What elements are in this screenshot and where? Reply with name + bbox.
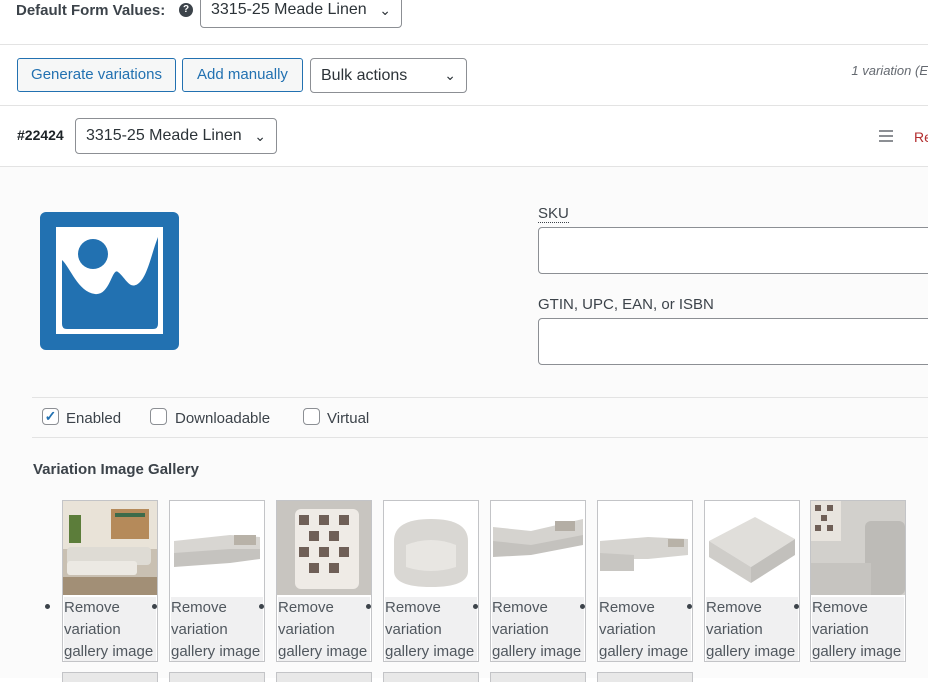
gtin-input[interactable]	[538, 318, 928, 365]
gallery-item: Remove variation gallery image	[704, 500, 800, 662]
remove-gallery-image[interactable]: Remove variation gallery image	[171, 597, 263, 661]
gallery-item	[169, 672, 265, 682]
list-bullet	[45, 604, 50, 609]
help-icon[interactable]: ?	[179, 3, 193, 17]
gallery-item: Remove variation gallery image	[490, 500, 586, 662]
remove-gallery-image[interactable]: Remove variation gallery image	[492, 597, 584, 661]
variation-gallery-title: Variation Image Gallery	[33, 461, 199, 478]
default-form-values-label: Default Form Values:	[16, 2, 166, 19]
gallery-item: Remove variation gallery image	[597, 500, 693, 662]
remove-gallery-image[interactable]: Remove variation gallery image	[706, 597, 798, 661]
gallery-item: Remove variation gallery image	[383, 500, 479, 662]
gallery-item: Remove variation gallery image	[810, 500, 906, 662]
default-form-select-value: 3315-25 Meade Linen	[211, 1, 367, 18]
chevron-down-icon: ⌄	[444, 67, 456, 83]
bulk-actions-value: Bulk actions	[321, 67, 408, 84]
gallery-item: Remove variation gallery image	[169, 500, 265, 662]
variation-id: #22424	[17, 127, 64, 143]
gallery-item	[276, 672, 372, 682]
list-bullet	[152, 604, 157, 609]
gallery-item	[490, 672, 586, 682]
bulk-actions-select[interactable]: Bulk actions ⌄	[310, 58, 467, 93]
virtual-checkbox[interactable]	[303, 408, 320, 425]
remove-gallery-image[interactable]: Remove variation gallery image	[599, 597, 691, 661]
virtual-label: Virtual	[327, 410, 370, 427]
sofa-detail-photo	[811, 501, 905, 595]
enabled-label: Enabled	[66, 410, 122, 427]
corner-sectional-photo	[491, 501, 585, 595]
gallery-item	[383, 672, 479, 682]
ottoman-photo	[705, 501, 799, 595]
sectional-sofa-photo	[170, 501, 264, 595]
remove-gallery-image[interactable]: Remove variation gallery image	[812, 597, 904, 661]
striped-pillow-photo	[277, 501, 371, 595]
sku-input[interactable]	[538, 227, 928, 274]
add-manually-button[interactable]: Add manually	[182, 58, 303, 92]
list-bullet	[687, 604, 692, 609]
gtin-label: GTIN, UPC, EAN, or ISBN	[538, 296, 714, 313]
list-bullet	[259, 604, 264, 609]
gallery-item	[597, 672, 693, 682]
image-placeholder-icon[interactable]	[40, 212, 179, 350]
enabled-checkbox[interactable]: ✓	[42, 408, 59, 425]
sku-label: SKU	[538, 205, 569, 223]
list-bullet	[366, 604, 371, 609]
remove-gallery-image[interactable]: Remove variation gallery image	[385, 597, 477, 661]
list-bullet	[794, 604, 799, 609]
hamburger-menu-icon[interactable]	[879, 130, 893, 145]
swivel-chair-photo	[384, 501, 478, 595]
gallery-item: Remove variation gallery image	[276, 500, 372, 662]
list-bullet	[580, 604, 585, 609]
variation-count: 1 variation (E	[851, 63, 928, 78]
downloadable-checkbox[interactable]	[150, 408, 167, 425]
sectional-room-photo	[63, 501, 157, 595]
downloadable-label: Downloadable	[175, 410, 271, 427]
gallery-item: Remove variation gallery image	[62, 500, 158, 662]
chevron-down-icon: ⌄	[250, 119, 266, 153]
remove-variation-link[interactable]: Re	[914, 129, 928, 145]
chaise-sectional-photo	[598, 501, 692, 595]
remove-gallery-image[interactable]: Remove variation gallery image	[64, 597, 156, 661]
variation-attribute-select[interactable]: 3315-25 Meade Linen ⌄	[75, 118, 277, 154]
variation-attribute-value: 3315-25 Meade Linen	[86, 127, 242, 144]
list-bullet	[473, 604, 478, 609]
generate-variations-button[interactable]: Generate variations	[17, 58, 176, 92]
chevron-down-icon: ⌄	[379, 2, 391, 18]
default-form-select[interactable]: 3315-25 Meade Linen ⌄	[200, 0, 402, 28]
gallery-item	[62, 672, 158, 682]
remove-gallery-image[interactable]: Remove variation gallery image	[278, 597, 370, 661]
